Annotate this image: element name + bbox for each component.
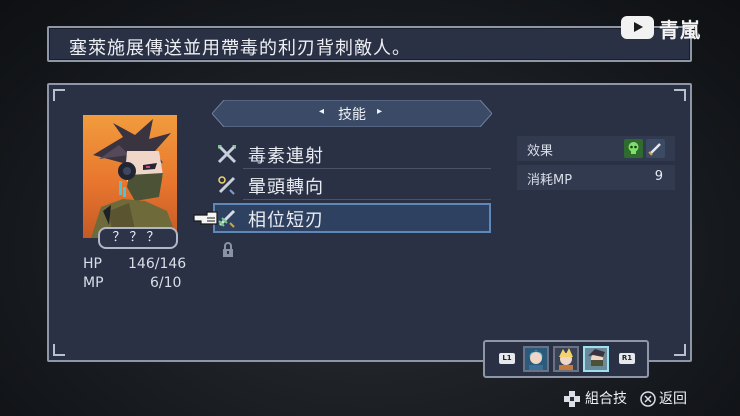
party-member-portrait-selected[interactable]: [583, 346, 609, 372]
skill-name: 相位短刃: [248, 210, 324, 231]
skill-name: 毒素連射: [248, 146, 324, 167]
dagger-icon: [646, 139, 665, 158]
pointer-hand-icon: [193, 211, 218, 225]
back-label: 返回: [659, 391, 687, 407]
category-tab[interactable]: ◂ 技能 ▸: [212, 100, 492, 127]
mp-value: 6/10: [150, 275, 182, 291]
tab-label: 技能: [338, 107, 366, 123]
skill-name: 暈頭轉向: [248, 177, 324, 198]
party-switcher: L1 R1: [483, 340, 649, 378]
crossed-blades-icon: [217, 144, 237, 164]
combo-skill-hint[interactable]: 組合技: [562, 388, 627, 408]
locked-slot-icon: [223, 242, 233, 257]
character-name-plate: ？？？: [98, 227, 178, 249]
row-divider: [243, 168, 491, 169]
skill-item[interactable]: 暈頭轉向: [213, 170, 491, 200]
panel-corner-ornament: [674, 344, 686, 356]
skill-item-selected[interactable]: 相位短刃: [213, 203, 491, 233]
skill-description-box: 塞萊施展傳送並用帶毒的利刃背刺敵人。: [47, 26, 692, 62]
skill-info-box: 效果 消耗MP 9: [517, 136, 675, 190]
back-hint[interactable]: 返回: [640, 388, 687, 408]
hp-value: 146/146: [128, 256, 187, 272]
mp-cost-row: 消耗MP 9: [517, 165, 675, 190]
tab-next-arrow[interactable]: ▸: [377, 106, 382, 117]
combo-skill-label: 組合技: [585, 391, 627, 407]
l1-button[interactable]: L1: [499, 353, 515, 364]
skill-description-text: 塞萊施展傳送並用帶毒的利刃背刺敵人。: [69, 38, 411, 59]
mp-cost-label: 消耗MP: [527, 173, 573, 188]
row-divider: [243, 199, 491, 200]
dizzy-blade-icon: [218, 176, 236, 195]
party-member-portrait[interactable]: [523, 346, 549, 372]
channel-watermark: 青嵐: [619, 14, 729, 42]
dpad-icon: [564, 391, 580, 407]
hp-label: HP: [83, 256, 102, 272]
panel-corner-ornament: [53, 344, 65, 356]
panel-corner-ornament: [674, 89, 686, 101]
skill-item[interactable]: 毒素連射: [213, 139, 491, 169]
mp-label: MP: [83, 275, 104, 291]
phase-dagger-icon: [218, 209, 236, 228]
panel-corner-ornament: [53, 89, 65, 101]
effect-label: 效果: [527, 144, 554, 159]
r1-button[interactable]: R1: [619, 353, 635, 364]
channel-name: 青嵐: [659, 18, 701, 42]
party-member-portrait[interactable]: [553, 346, 579, 372]
effect-row: 效果: [517, 136, 675, 161]
youtube-icon: [621, 16, 654, 39]
circle-button-icon: [640, 391, 656, 407]
poison-skull-icon: [624, 139, 643, 158]
character-portrait: [83, 115, 177, 238]
mp-cost-value: 9: [654, 169, 663, 184]
